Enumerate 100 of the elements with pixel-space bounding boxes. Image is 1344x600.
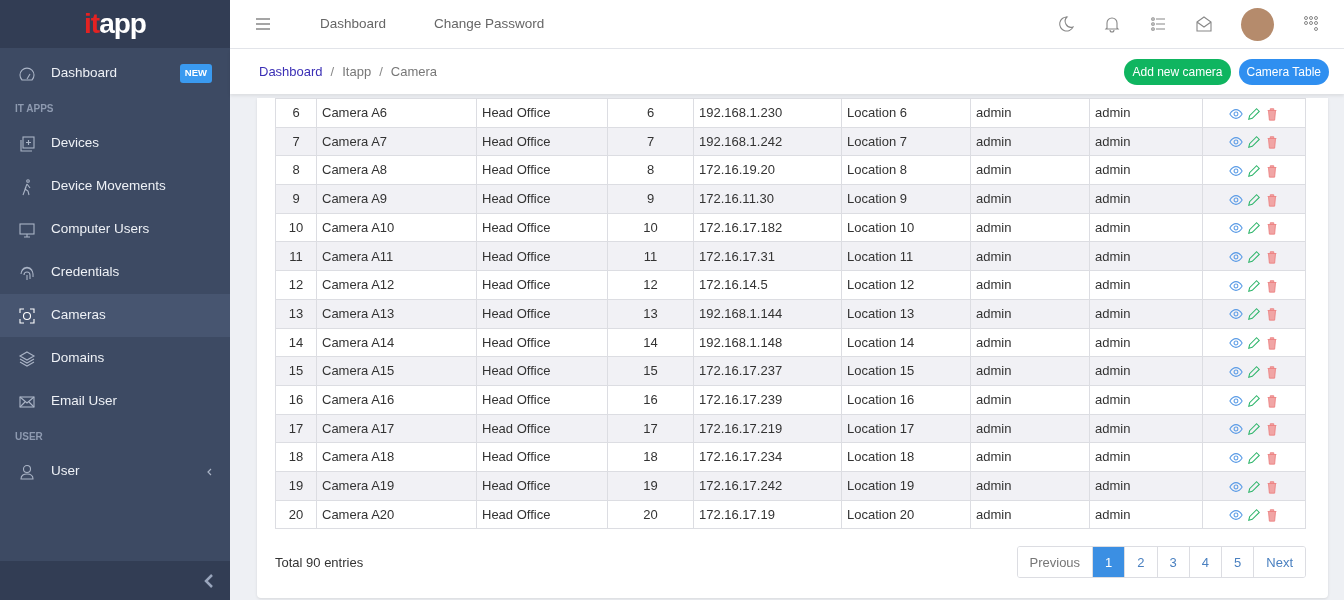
sidebar-item[interactable]: Email User <box>0 380 230 423</box>
nav-link[interactable]: Dashboard <box>320 13 387 35</box>
table-cell: Head Office <box>476 500 608 529</box>
trash-icon[interactable] <box>1265 135 1279 150</box>
sidebar-item[interactable]: Device Movements <box>0 165 230 208</box>
sidebar-item[interactable]: Cameras <box>0 294 230 337</box>
pencil-icon[interactable] <box>1247 479 1261 494</box>
trash-icon[interactable] <box>1265 106 1279 121</box>
pencil-icon[interactable] <box>1247 307 1261 322</box>
pencil-icon[interactable] <box>1247 364 1261 379</box>
pencil-icon[interactable] <box>1247 450 1261 465</box>
table-cell: 8 <box>607 155 694 185</box>
eye-icon[interactable] <box>1229 221 1243 236</box>
apps-grid-icon[interactable] <box>1302 15 1320 33</box>
table-cell: 172.16.17.182 <box>693 213 842 242</box>
eye-icon[interactable] <box>1229 278 1243 293</box>
trash-icon[interactable] <box>1265 164 1279 179</box>
table-cell: 17 <box>607 414 694 443</box>
sidebar-item[interactable]: Dashboard NEW <box>0 52 230 95</box>
table-cell: Location 17 <box>841 414 971 443</box>
new-badge: NEW <box>179 64 212 83</box>
table-cell: Camera A9 <box>316 184 477 214</box>
table-cell: 172.16.17.234 <box>693 442 842 472</box>
table-cell: Camera A10 <box>316 213 477 242</box>
trash-icon[interactable] <box>1265 422 1279 437</box>
sidebar-item[interactable]: Computer Users <box>0 208 230 251</box>
pencil-icon[interactable] <box>1247 192 1261 207</box>
table-cell: Head Office <box>476 299 608 328</box>
pencil-icon[interactable] <box>1247 278 1261 293</box>
sidebar-item[interactable]: User <box>0 450 230 493</box>
trash-icon[interactable] <box>1265 508 1279 523</box>
table-cell: Head Office <box>476 241 608 271</box>
table-cell: 19 <box>275 471 317 501</box>
table-cell: admin <box>1089 500 1203 529</box>
eye-icon[interactable] <box>1229 450 1243 465</box>
next-button[interactable]: Next <box>1253 547 1305 578</box>
eye-icon[interactable] <box>1229 307 1243 322</box>
eye-icon[interactable] <box>1229 164 1243 179</box>
avatar[interactable] <box>1241 7 1274 41</box>
sidebar-item[interactable]: Devices <box>0 122 230 165</box>
mail-icon[interactable] <box>1195 15 1213 33</box>
pencil-icon[interactable] <box>1247 135 1261 150</box>
eye-icon[interactable] <box>1229 364 1243 379</box>
trash-icon[interactable] <box>1265 479 1279 494</box>
table-cell: Location 16 <box>841 385 971 415</box>
table-button[interactable]: Camera Table <box>1238 58 1329 85</box>
table-cell: 15 <box>607 356 694 386</box>
eye-icon[interactable] <box>1229 250 1243 265</box>
table-cell: Camera A8 <box>316 155 477 185</box>
bell-icon[interactable] <box>1103 15 1121 33</box>
table-cell: admin <box>970 299 1090 328</box>
eye-icon[interactable] <box>1229 192 1243 207</box>
section-heading: USER <box>15 430 43 444</box>
eye-icon[interactable] <box>1229 422 1243 437</box>
nav-link[interactable]: Change Password <box>434 13 545 35</box>
table-cell: 172.16.17.31 <box>693 241 842 271</box>
eye-icon[interactable] <box>1229 106 1243 121</box>
pencil-icon[interactable] <box>1247 422 1261 437</box>
pencil-icon[interactable] <box>1247 250 1261 265</box>
table-cell: admin <box>1089 127 1203 156</box>
table-cell: Head Office <box>476 270 608 300</box>
table-cell: Camera A15 <box>316 356 477 386</box>
chevron-left-icon[interactable] <box>204 573 214 588</box>
pencil-icon[interactable] <box>1247 164 1261 179</box>
table-cell: 172.16.17.242 <box>693 471 842 501</box>
eye-icon[interactable] <box>1229 135 1243 150</box>
table-cell: Location 9 <box>841 184 971 214</box>
pencil-icon[interactable] <box>1247 336 1261 351</box>
table-cell: Camera A16 <box>316 385 477 415</box>
pencil-icon[interactable] <box>1247 393 1261 408</box>
trash-icon[interactable] <box>1265 336 1279 351</box>
menu-icon[interactable] <box>254 15 272 33</box>
pencil-icon[interactable] <box>1247 221 1261 236</box>
trash-icon[interactable] <box>1265 364 1279 379</box>
table-cell: Camera A13 <box>316 299 477 328</box>
breadcrumb-link[interactable]: Dashboard <box>259 61 323 82</box>
trash-icon[interactable] <box>1265 221 1279 236</box>
list-icon[interactable] <box>1149 15 1167 33</box>
trash-icon[interactable] <box>1265 393 1279 408</box>
table-cell: admin <box>970 155 1090 185</box>
eye-icon[interactable] <box>1229 336 1243 351</box>
sidebar-item[interactable]: Domains <box>0 337 230 380</box>
moon-icon[interactable] <box>1057 15 1075 33</box>
trash-icon[interactable] <box>1265 307 1279 322</box>
eye-icon[interactable] <box>1229 479 1243 494</box>
table-cell: 192.168.1.148 <box>693 328 842 357</box>
eye-icon[interactable] <box>1229 508 1243 523</box>
table-cell: Location 12 <box>841 270 971 300</box>
page-button[interactable]: 1 <box>1092 547 1125 578</box>
eye-icon[interactable] <box>1229 393 1243 408</box>
trash-icon[interactable] <box>1265 278 1279 293</box>
table-cell: admin <box>970 500 1090 529</box>
trash-icon[interactable] <box>1265 450 1279 465</box>
sidebar-item[interactable]: Credentials <box>0 251 230 294</box>
pencil-icon[interactable] <box>1247 508 1261 523</box>
layers-icon <box>18 349 36 368</box>
trash-icon[interactable] <box>1265 192 1279 207</box>
trash-icon[interactable] <box>1265 250 1279 265</box>
section-heading: IT APPS <box>15 102 54 116</box>
pencil-icon[interactable] <box>1247 106 1261 121</box>
